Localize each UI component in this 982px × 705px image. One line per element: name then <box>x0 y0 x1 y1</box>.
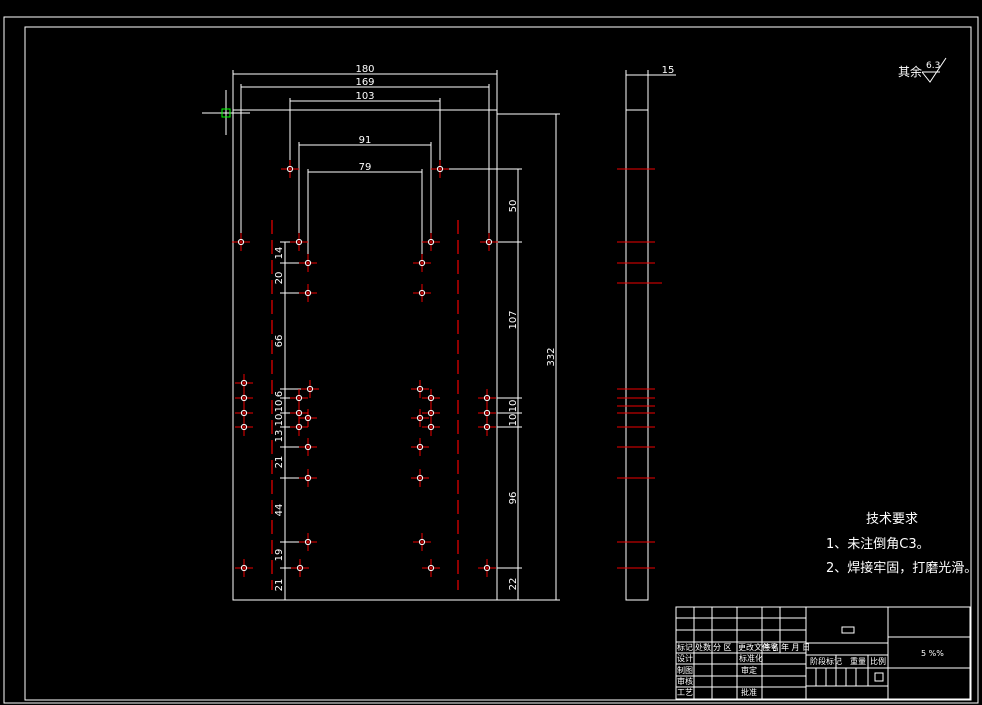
dim-91: 91 <box>359 135 372 146</box>
hole-4 <box>290 233 308 251</box>
tb-standardize: 标准化 <box>739 653 763 663</box>
dim-10d: 10 <box>274 414 285 427</box>
tb-weight: 重量 <box>850 656 866 666</box>
tb-header-1: 标记 <box>677 642 693 652</box>
hole-6 <box>480 233 498 251</box>
dim-13: 13 <box>274 430 285 443</box>
tb-header-2: 处数 <box>695 642 711 652</box>
hole-32 <box>299 533 317 551</box>
tb-design: 设计 <box>677 653 693 663</box>
hole-9 <box>299 284 317 302</box>
hole-7 <box>299 254 317 272</box>
tech-req-item-1: 1、未注倒角C3。 <box>826 537 930 552</box>
dim-332: 332 <box>546 347 557 366</box>
dim-50: 50 <box>508 200 519 213</box>
dim-10b: 10 <box>508 414 519 427</box>
hole-10 <box>413 284 431 302</box>
tb-review-mid: 审定 <box>741 665 757 675</box>
hole-34 <box>235 559 253 577</box>
dim-103: 103 <box>355 91 374 102</box>
tb-header-5: 签名 <box>763 642 779 652</box>
tb-approve: 批准 <box>741 687 757 697</box>
cad-drawing: 180 169 103 91 79 50 107 10 10 96 22 332… <box>3 16 979 704</box>
side-view-hole-lines <box>617 168 662 569</box>
tb-header-3: 分 区 <box>713 643 732 652</box>
tb-company: 5 %% <box>921 649 944 658</box>
hole-28 <box>299 438 317 456</box>
dim-21a: 21 <box>274 456 285 469</box>
dim-107: 107 <box>508 310 519 329</box>
hole-33 <box>413 533 431 551</box>
side-view-outline <box>625 109 649 601</box>
dim-180: 180 <box>355 64 374 75</box>
hole-5 <box>422 233 440 251</box>
dim-10a: 10 <box>508 400 519 413</box>
hole-13 <box>411 380 429 398</box>
dim-15: 15 <box>662 65 675 76</box>
roughness-prefix: 其余 <box>898 64 922 79</box>
dim-10c: 10 <box>274 400 285 413</box>
dim-96: 96 <box>508 492 519 505</box>
dim-20a: 20 <box>274 272 285 285</box>
dim-44: 44 <box>274 504 285 517</box>
tb-scale: 比例 <box>870 656 886 666</box>
tb-stage-mark: 阶段标记 <box>810 656 842 666</box>
hole-31 <box>411 469 429 487</box>
hole-26 <box>422 418 440 436</box>
hole-1 <box>281 160 299 178</box>
tb-check: 审核 <box>677 676 693 686</box>
tb-process: 工艺 <box>677 688 693 697</box>
hole-35 <box>291 559 309 577</box>
hole-2 <box>431 160 449 178</box>
tb-draw: 制图 <box>677 665 693 675</box>
hole-21 <box>411 409 429 427</box>
hole-36 <box>422 559 440 577</box>
dim-6: 6 <box>274 391 285 397</box>
hole-30 <box>299 469 317 487</box>
dim-19: 19 <box>274 549 285 562</box>
dim-66: 66 <box>274 335 285 348</box>
dim-14: 14 <box>274 247 285 260</box>
right-dimensions <box>445 113 560 601</box>
hole-24 <box>235 418 253 436</box>
tb-header-6: 年 月 日 <box>781 642 810 652</box>
inner-frame <box>24 26 972 701</box>
side-view-dimension <box>625 70 676 110</box>
hole-25 <box>290 418 308 436</box>
dim-169: 169 <box>355 77 374 88</box>
hole-12 <box>301 380 319 398</box>
ucs-crosshair <box>202 90 250 135</box>
hole-27 <box>478 418 496 436</box>
dim-21b: 21 <box>274 579 285 592</box>
tech-req-item-2: 2、焊接牢固，打磨光滑。 <box>826 560 977 576</box>
hole-3 <box>232 233 250 251</box>
tech-req-title: 技术要求 <box>866 512 918 527</box>
hole-37 <box>478 559 496 577</box>
dim-79: 79 <box>359 162 372 173</box>
dashed-center-lines <box>271 220 459 590</box>
dim-22: 22 <box>508 578 519 591</box>
hole-8 <box>413 254 431 272</box>
hole-29 <box>411 438 429 456</box>
